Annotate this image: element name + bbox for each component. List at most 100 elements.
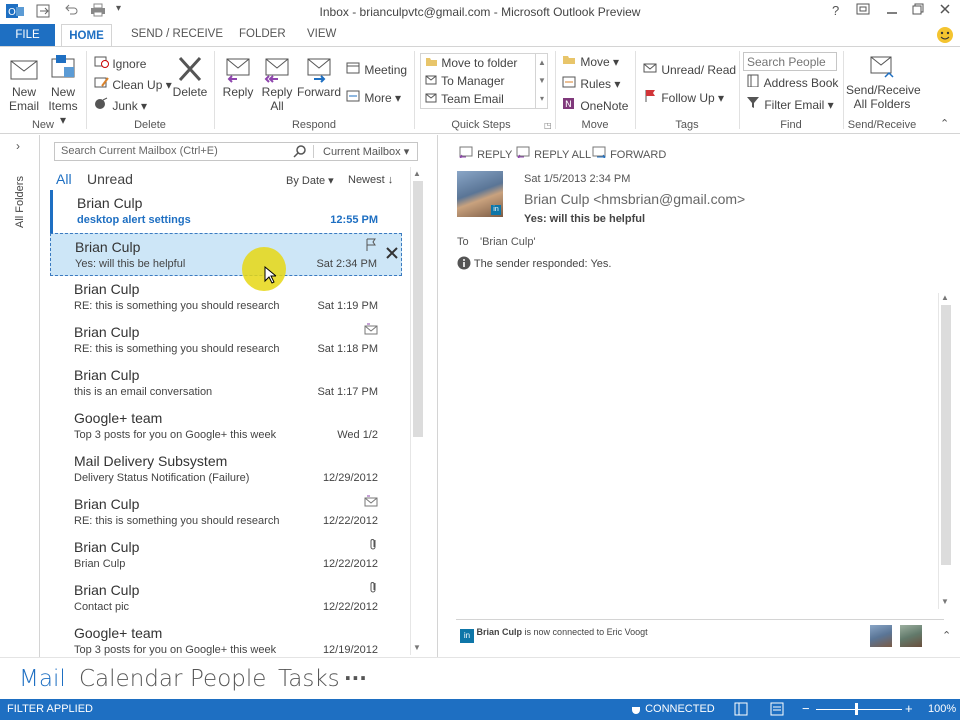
expand-people-pane-icon[interactable]: ⌃ bbox=[942, 629, 951, 642]
tab-send-receive[interactable]: SEND / RECEIVE bbox=[131, 28, 223, 40]
zoom-level[interactable]: 100% bbox=[928, 703, 956, 715]
reading-pane: REPLY REPLY ALL FORWARD in Sat 1/5/2013 … bbox=[437, 135, 960, 657]
group-label-new: New bbox=[31, 119, 54, 131]
quick-step-label: Team Email bbox=[441, 92, 504, 106]
zoom-slider-track[interactable] bbox=[816, 709, 902, 710]
collapse-ribbon-icon[interactable]: ⌃ bbox=[940, 117, 949, 130]
group-separator bbox=[635, 51, 636, 129]
search-mailbox-box[interactable]: Search Current Mailbox (Ctrl+E) Current … bbox=[54, 142, 418, 161]
to-recipient[interactable]: 'Brian Culp' bbox=[480, 236, 536, 248]
message-list-item[interactable]: Google+ team Top 3 posts for you on Googl… bbox=[50, 405, 402, 448]
new-items-button[interactable]: New Items ▾ bbox=[44, 53, 82, 127]
sender-name[interactable]: Brian Culp <hmsbrian@gmail.com> bbox=[524, 191, 745, 207]
message-subject: RE: this is something you should researc… bbox=[74, 343, 280, 355]
sort-by-date-dropdown[interactable]: By Date ▾ bbox=[286, 174, 334, 187]
message-list-item[interactable]: Brian Culp this is an email conversation S… bbox=[50, 362, 402, 405]
expand-folder-pane-icon[interactable]: › bbox=[16, 139, 20, 153]
reply-all-button[interactable]: Reply All bbox=[259, 55, 295, 113]
maximize-button[interactable] bbox=[912, 3, 924, 18]
nav-calendar[interactable]: Calendar bbox=[79, 666, 182, 692]
filter-email-button[interactable]: Filter Email ▾ bbox=[746, 96, 834, 112]
reading-reply-button[interactable]: REPLY bbox=[458, 146, 512, 161]
zoom-slider-thumb[interactable] bbox=[855, 703, 858, 715]
tab-file[interactable]: FILE bbox=[0, 24, 55, 46]
onenote-button[interactable]: N OneNote bbox=[562, 97, 628, 113]
message-list-item[interactable]: Brian Culp RE: this is something you shou… bbox=[50, 491, 402, 534]
reply-button[interactable]: Reply bbox=[220, 55, 256, 99]
reading-view-icon[interactable] bbox=[770, 702, 784, 719]
sort-order-toggle[interactable]: Newest ↓ bbox=[348, 174, 393, 186]
send-receive-all-folders-button[interactable]: Send/Receive All Folders bbox=[846, 53, 921, 111]
zoom-out-icon[interactable]: − bbox=[802, 701, 810, 716]
people-pane-avatar[interactable] bbox=[900, 625, 922, 647]
people-pane-avatar[interactable] bbox=[870, 625, 892, 647]
delete-message-icon[interactable] bbox=[385, 246, 399, 265]
help-button[interactable]: ? bbox=[832, 3, 839, 18]
message-date: Sat 1:17 PM bbox=[317, 386, 378, 398]
reading-pane-scrollbar[interactable]: ▲ ▼ bbox=[938, 293, 952, 609]
reading-forward-button[interactable]: FORWARD bbox=[591, 146, 666, 161]
scroll-up-icon[interactable]: ▲ bbox=[413, 169, 421, 178]
filter-icon bbox=[747, 97, 759, 108]
message-list-item[interactable]: Brian Culp RE: this is something you shou… bbox=[50, 319, 402, 362]
nav-more-ellipsis-icon[interactable]: ··· bbox=[344, 666, 367, 690]
rules-icon bbox=[562, 76, 576, 88]
restore-ribbon-icon[interactable] bbox=[856, 3, 870, 18]
filter-all[interactable]: All bbox=[56, 171, 72, 187]
minimize-button[interactable] bbox=[886, 3, 898, 18]
group-label-delete: Delete bbox=[134, 119, 166, 131]
filter-unread[interactable]: Unread bbox=[87, 171, 133, 187]
quick-steps-scroll[interactable]: ▲ ▼ ▾ bbox=[535, 54, 548, 108]
scroll-down-icon[interactable]: ▼ bbox=[413, 643, 421, 652]
nav-people[interactable]: People bbox=[190, 666, 266, 692]
follow-up-button[interactable]: Follow Up ▾ bbox=[643, 89, 724, 105]
search-scope-dropdown[interactable]: Current Mailbox ▾ bbox=[323, 145, 409, 158]
quick-step-to-manager[interactable]: To Manager bbox=[425, 74, 505, 88]
tab-home[interactable]: HOME bbox=[61, 24, 112, 48]
message-list-item[interactable]: Brian Culp Yes: will this be helpful Sat 2… bbox=[50, 233, 402, 276]
message-list-item[interactable]: Brian Culp desktop alert settings 12:55 PM bbox=[50, 190, 402, 233]
tab-folder[interactable]: FOLDER bbox=[239, 28, 286, 40]
ignore-button[interactable]: Ignore bbox=[94, 55, 146, 71]
new-email-button[interactable]: New Email bbox=[6, 55, 42, 113]
reading-reply-all-button[interactable]: REPLY ALL bbox=[515, 146, 591, 161]
message-list-scrollbar[interactable]: ▲ ▼ bbox=[410, 167, 424, 655]
junk-icon bbox=[95, 97, 108, 109]
forward-button[interactable]: Forward bbox=[297, 55, 341, 99]
more-respond-button[interactable]: More ▾ bbox=[346, 89, 401, 105]
junk-button[interactable]: Junk ▾ bbox=[94, 97, 147, 113]
quick-step-move-to-folder[interactable]: Move to folder bbox=[425, 56, 517, 70]
normal-view-icon[interactable] bbox=[734, 702, 748, 719]
message-subject: Yes: will this be helpful bbox=[524, 213, 646, 225]
search-icon[interactable] bbox=[293, 144, 307, 161]
move-button[interactable]: Move ▾ bbox=[562, 53, 619, 69]
to-manager-icon bbox=[425, 75, 437, 85]
sender-avatar[interactable]: in bbox=[457, 171, 503, 217]
tab-view[interactable]: VIEW bbox=[307, 28, 336, 40]
message-list-item[interactable]: Mail Delivery Subsystem Delivery Status N… bbox=[50, 448, 402, 491]
nav-tasks[interactable]: Tasks bbox=[278, 666, 340, 692]
unread-read-button[interactable]: Unread/ Read bbox=[643, 61, 736, 77]
quick-steps-launcher-icon[interactable]: ◳ bbox=[544, 121, 552, 130]
scroll-down-icon[interactable]: ▼ bbox=[941, 597, 949, 606]
rules-button[interactable]: Rules ▾ bbox=[562, 75, 620, 91]
scroll-thumb[interactable] bbox=[941, 305, 951, 565]
address-book-button[interactable]: Address Book bbox=[746, 74, 838, 90]
zoom-in-icon[interactable]: + bbox=[905, 701, 913, 716]
scroll-thumb[interactable] bbox=[413, 181, 423, 437]
message-list-item[interactable]: Brian Culp Brian Culp 12/22/2012 bbox=[50, 534, 402, 577]
clean-up-button[interactable]: Clean Up ▾ bbox=[94, 76, 172, 92]
all-folders-label[interactable]: All Folders bbox=[14, 176, 26, 228]
search-people-input[interactable] bbox=[743, 52, 837, 71]
close-button[interactable] bbox=[939, 3, 951, 18]
message-list-item[interactable]: Brian Culp RE: this is something you shou… bbox=[50, 276, 402, 319]
ribbon-tabs: FILE HOME SEND / RECEIVE FOLDER VIEW bbox=[0, 24, 960, 48]
nav-mail[interactable]: Mail bbox=[19, 666, 66, 692]
meeting-button[interactable]: Meeting bbox=[346, 61, 407, 77]
message-date: Sat 2:34 PM bbox=[316, 258, 377, 270]
svg-text:N: N bbox=[565, 100, 572, 110]
message-list-item[interactable]: Brian Culp Contact pic 12/22/2012 bbox=[50, 577, 402, 620]
quick-step-team-email[interactable]: Team Email bbox=[425, 92, 504, 106]
scroll-up-icon[interactable]: ▲ bbox=[941, 293, 949, 302]
delete-button[interactable]: Delete bbox=[172, 55, 208, 99]
